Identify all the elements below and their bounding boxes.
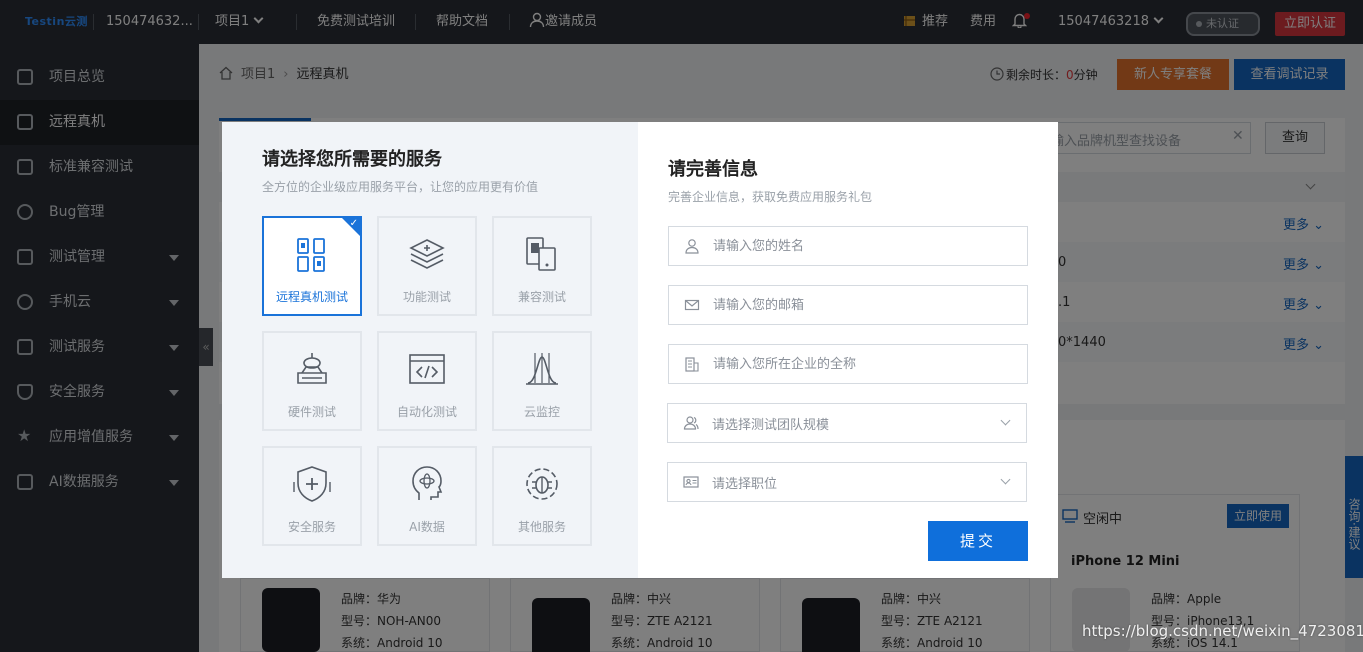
- form-title: 请完善信息: [668, 159, 758, 180]
- service-card-cloud-monitor[interactable]: 云监控: [492, 331, 592, 431]
- service-card-other[interactable]: 其他服务: [492, 446, 592, 546]
- service-subtitle: 全方位的企业级应用服务平台，让您的应用更有价值: [262, 180, 539, 194]
- bug-gear-icon: [526, 468, 558, 500]
- building-icon: [685, 357, 699, 372]
- shield-plus-icon: [293, 466, 331, 502]
- chevron-down-icon: [1000, 415, 1011, 426]
- user-icon: [685, 239, 699, 254]
- phones-icon: [526, 237, 556, 271]
- email-field[interactable]: [668, 285, 1028, 325]
- service-card-compat[interactable]: 兼容测试: [492, 216, 592, 316]
- service-title: 请选择您所需要的服务: [262, 149, 442, 170]
- team-size-select[interactable]: 请选择测试团队规模: [667, 403, 1027, 443]
- service-card-security[interactable]: 安全服务: [262, 446, 362, 546]
- id-card-icon: [683, 476, 699, 488]
- layers-icon: [409, 239, 445, 269]
- service-card-remote-device[interactable]: 远程真机测试 ✓: [262, 216, 362, 316]
- service-label: 远程真机测试: [275, 290, 348, 304]
- service-selection-pane: 请选择您所需要的服务 全方位的企业级应用服务平台，让您的应用更有价值 远程真机测…: [222, 122, 638, 578]
- ai-head-icon: [412, 466, 443, 500]
- service-label: 自动化测试: [396, 405, 457, 419]
- service-card-hardware[interactable]: 硬件测试: [262, 331, 362, 431]
- name-field[interactable]: [668, 226, 1028, 266]
- position-placeholder: 请选择职位: [712, 477, 778, 492]
- name-input[interactable]: [713, 227, 1013, 265]
- team-icon: [683, 416, 699, 430]
- form-subtitle: 完善企业信息，获取免费应用服务礼包: [668, 190, 873, 204]
- service-label: 兼容测试: [517, 290, 566, 304]
- email-input[interactable]: [713, 286, 1013, 324]
- mail-icon: [684, 299, 700, 311]
- service-card-ai-data[interactable]: AI数据: [377, 446, 477, 546]
- service-label: 安全服务: [287, 520, 336, 534]
- position-select[interactable]: 请选择职位: [667, 462, 1027, 502]
- company-input[interactable]: [713, 345, 1013, 383]
- submit-button[interactable]: 提交: [928, 521, 1028, 561]
- company-field[interactable]: [668, 344, 1028, 384]
- watermark: https://blog.csdn.net/weixin_47230812: [1082, 622, 1363, 640]
- service-label: 云监控: [523, 405, 560, 419]
- service-label: 硬件测试: [287, 405, 336, 419]
- service-card-functional[interactable]: 功能测试: [377, 216, 477, 316]
- monitor-icon: [526, 353, 558, 385]
- service-card-automation[interactable]: 自动化测试: [377, 331, 477, 431]
- chevron-down-icon: [1000, 474, 1011, 485]
- remote-device-icon: [297, 238, 325, 272]
- code-window-icon: [409, 354, 445, 384]
- hardware-icon: [297, 353, 327, 384]
- service-label: 功能测试: [402, 290, 451, 304]
- service-label: AI数据: [409, 520, 445, 534]
- service-label: 其他服务: [517, 520, 566, 534]
- team-size-placeholder: 请选择测试团队规模: [712, 418, 830, 433]
- check-icon: ✓: [349, 218, 358, 229]
